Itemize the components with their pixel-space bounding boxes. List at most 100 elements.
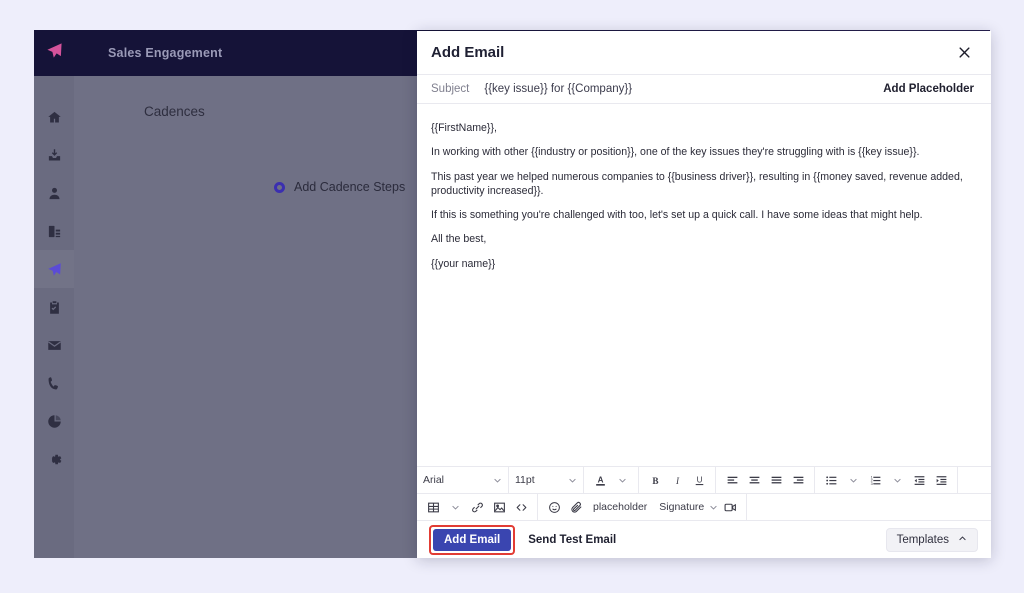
- emoji-icon[interactable]: [544, 497, 564, 518]
- sidebar: [34, 30, 74, 558]
- table-icon[interactable]: [423, 497, 443, 518]
- add-placeholder-button[interactable]: Add Placeholder: [883, 83, 974, 95]
- align-justify-icon[interactable]: [766, 470, 786, 491]
- app-logo[interactable]: [34, 30, 74, 76]
- add-email-modal: Add Email Subject {{key issue}} for {{Co…: [417, 31, 991, 558]
- alignment-group: [716, 467, 815, 493]
- font-size-group: 11pt: [509, 467, 584, 493]
- italic-icon[interactable]: I: [667, 470, 687, 491]
- chevron-down-icon: [709, 503, 718, 512]
- text-color-icon[interactable]: A: [590, 470, 610, 491]
- font-size-select[interactable]: 11pt: [515, 470, 577, 491]
- home-icon: [47, 110, 62, 125]
- font-family-group: Arial: [417, 467, 509, 493]
- svg-text:A: A: [597, 475, 603, 484]
- bold-icon[interactable]: B: [645, 470, 665, 491]
- list-group: 123: [815, 467, 958, 493]
- placeholder-button[interactable]: placeholder: [588, 501, 652, 513]
- envelope-icon: [47, 338, 62, 353]
- text-color-group: A: [584, 467, 639, 493]
- font-family-value: Arial: [423, 474, 444, 486]
- modal-header: Add Email: [417, 31, 991, 75]
- chevron-down-icon: [493, 476, 502, 485]
- body-paragraph: In working with other {{industry or posi…: [431, 145, 977, 159]
- gear-icon: [47, 452, 62, 467]
- building-icon: [47, 224, 62, 239]
- sidebar-item-tasks[interactable]: [34, 288, 74, 326]
- signature-select[interactable]: Signature: [654, 497, 718, 518]
- font-family-select[interactable]: Arial: [423, 470, 502, 491]
- sidebar-items: [34, 76, 74, 478]
- chevron-down-icon[interactable]: [843, 470, 863, 491]
- align-right-icon[interactable]: [788, 470, 808, 491]
- font-size-value: 11pt: [515, 474, 535, 486]
- outdent-icon[interactable]: [909, 470, 929, 491]
- toolbar-row-1-filler: [958, 467, 991, 493]
- add-cadence-steps-label: Add Cadence Steps: [294, 180, 405, 194]
- sidebar-item-contacts[interactable]: [34, 174, 74, 212]
- body-paragraph: This past year we helped numerous compan…: [431, 170, 977, 199]
- templates-button[interactable]: Templates: [886, 528, 978, 552]
- phone-icon: [47, 376, 62, 391]
- align-left-icon[interactable]: [722, 470, 742, 491]
- code-icon[interactable]: [511, 497, 531, 518]
- circle-ring-icon: [274, 182, 285, 193]
- insert-group: [417, 494, 538, 520]
- body-paragraph: If this is something you're challenged w…: [431, 208, 977, 222]
- content-insert-group: placeholder Signature: [538, 494, 747, 520]
- video-icon[interactable]: [720, 497, 740, 518]
- clipboard-icon: [47, 300, 62, 315]
- toolbar-row-2-filler: [747, 494, 991, 520]
- subject-input[interactable]: {{key issue}} for {{Company}}: [484, 83, 883, 95]
- paperclip-icon[interactable]: [566, 497, 586, 518]
- indent-icon[interactable]: [931, 470, 951, 491]
- modal-footer: Add Email Send Test Email Templates: [417, 520, 991, 558]
- inbox-icon: [47, 148, 62, 163]
- sidebar-item-emails[interactable]: [34, 326, 74, 364]
- align-center-icon[interactable]: [744, 470, 764, 491]
- link-icon[interactable]: [467, 497, 487, 518]
- sidebar-item-home[interactable]: [34, 98, 74, 136]
- chevron-down-icon[interactable]: [612, 470, 632, 491]
- body-paragraph: {{FirstName}},: [431, 121, 977, 135]
- chevron-down-icon[interactable]: [445, 497, 465, 518]
- templates-label: Templates: [897, 534, 949, 546]
- subject-label: Subject: [431, 83, 469, 95]
- chevron-down-icon: [568, 476, 577, 485]
- paper-plane-icon: [46, 42, 63, 64]
- email-body-editor[interactable]: {{FirstName}}, In working with other {{i…: [417, 104, 991, 466]
- svg-text:3: 3: [870, 481, 872, 485]
- numbered-list-icon[interactable]: 123: [865, 470, 885, 491]
- editor-toolbar-row-2: placeholder Signature: [417, 493, 991, 520]
- underline-icon[interactable]: U: [689, 470, 709, 491]
- svg-text:B: B: [652, 475, 658, 485]
- page-title: Cadences: [144, 104, 205, 119]
- editor-toolbar-row-1: Arial 11pt A B: [417, 466, 991, 493]
- subject-row: Subject {{key issue}} for {{Company}} Ad…: [417, 75, 991, 104]
- bullet-list-icon[interactable]: [821, 470, 841, 491]
- sidebar-item-accounts[interactable]: [34, 212, 74, 250]
- sidebar-item-cadences[interactable]: [34, 250, 74, 288]
- add-cadence-steps[interactable]: Add Cadence Steps: [274, 180, 405, 194]
- signature-label: Signature: [654, 501, 709, 513]
- sidebar-item-inbox[interactable]: [34, 136, 74, 174]
- add-email-button[interactable]: Add Email: [433, 529, 511, 551]
- topbar-title: Sales Engagement: [108, 46, 222, 60]
- sidebar-item-settings[interactable]: [34, 440, 74, 478]
- image-icon[interactable]: [489, 497, 509, 518]
- sidebar-item-calls[interactable]: [34, 364, 74, 402]
- chevron-up-icon: [958, 534, 967, 546]
- paper-plane-icon: [47, 262, 62, 277]
- close-icon[interactable]: [954, 43, 974, 63]
- body-paragraph: All the best,: [431, 232, 977, 246]
- text-style-group: B I U: [639, 467, 716, 493]
- chevron-down-icon[interactable]: [887, 470, 907, 491]
- add-email-highlight: Add Email: [429, 525, 515, 555]
- body-paragraph: {{your name}}: [431, 257, 977, 271]
- svg-text:U: U: [696, 475, 702, 484]
- send-test-email-button[interactable]: Send Test Email: [528, 534, 616, 546]
- svg-text:I: I: [674, 475, 679, 485]
- modal-title: Add Email: [431, 44, 954, 61]
- sidebar-item-reports[interactable]: [34, 402, 74, 440]
- person-icon: [47, 186, 62, 201]
